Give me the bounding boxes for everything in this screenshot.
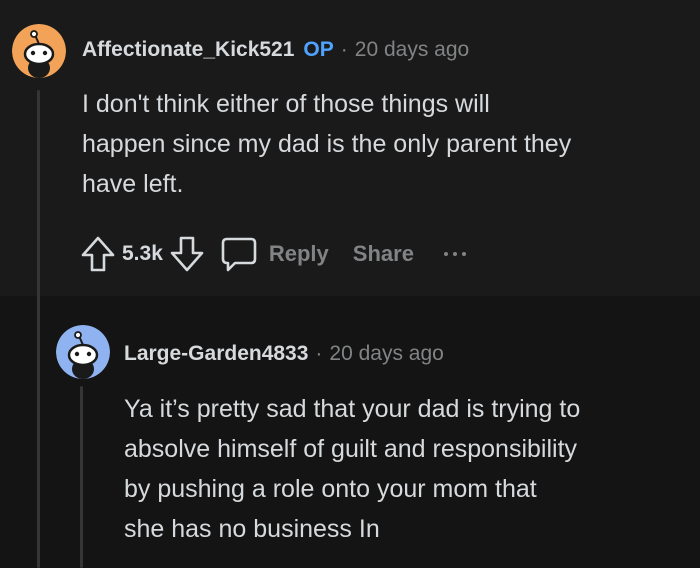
downvote-button[interactable] xyxy=(169,235,205,273)
downvote-arrow-icon xyxy=(170,236,204,272)
user-avatar[interactable] xyxy=(56,325,110,379)
timestamp[interactable]: 20 days ago xyxy=(329,342,443,366)
comment-header: Large-Garden4833 · 20 days ago xyxy=(124,340,444,368)
reddit-snoo-avatar-icon xyxy=(12,24,66,78)
thread-collapse-line[interactable] xyxy=(37,90,40,568)
share-button[interactable]: Share xyxy=(353,241,414,267)
more-dot xyxy=(461,252,466,256)
more-dot xyxy=(443,252,448,256)
op-badge: OP xyxy=(303,38,334,61)
user-avatar[interactable] xyxy=(12,24,66,78)
reddit-snoo-avatar-icon xyxy=(56,325,110,379)
more-dot xyxy=(452,252,457,256)
comment-text-line: Ya it’s pretty sad that your dad is tryi… xyxy=(124,395,581,423)
meta-separator: · xyxy=(340,38,348,61)
comment-body: Ya it’s pretty sad that your dad is tryi… xyxy=(124,389,580,549)
upvote-arrow-icon xyxy=(81,236,115,272)
reply-label: Reply xyxy=(268,241,329,266)
comment-text-line: she has no business In xyxy=(124,515,380,543)
more-options-icon[interactable] xyxy=(443,252,466,256)
timestamp[interactable]: 20 days ago xyxy=(355,38,469,62)
comment-text-line: absolve himself of guilt and responsibil… xyxy=(124,435,578,463)
comment-action-bar: 5.3k Reply Share xyxy=(80,232,466,276)
reply-thread-collapse-line[interactable] xyxy=(80,386,83,568)
comment-header: Affectionate_Kick521 OP · 20 days ago xyxy=(82,36,469,64)
comment-body: I don't think either of those things wil… xyxy=(82,84,571,204)
comment-text-line: by pushing a role onto your mom that xyxy=(124,475,537,503)
upvote-button[interactable] xyxy=(80,235,116,273)
meta-separator: · xyxy=(315,342,323,365)
username[interactable]: Large-Garden4833 xyxy=(124,342,308,366)
reply-button[interactable]: Reply xyxy=(219,235,329,273)
vote-score: 5.3k xyxy=(122,242,163,265)
username[interactable]: Affectionate_Kick521 xyxy=(82,38,294,62)
comment-text-line: have left. xyxy=(82,170,184,198)
comment-text-line: happen since my dad is the only parent t… xyxy=(82,130,572,158)
comment-bubble-icon xyxy=(221,237,257,272)
comment-text-line: I don't think either of those things wil… xyxy=(82,90,490,118)
